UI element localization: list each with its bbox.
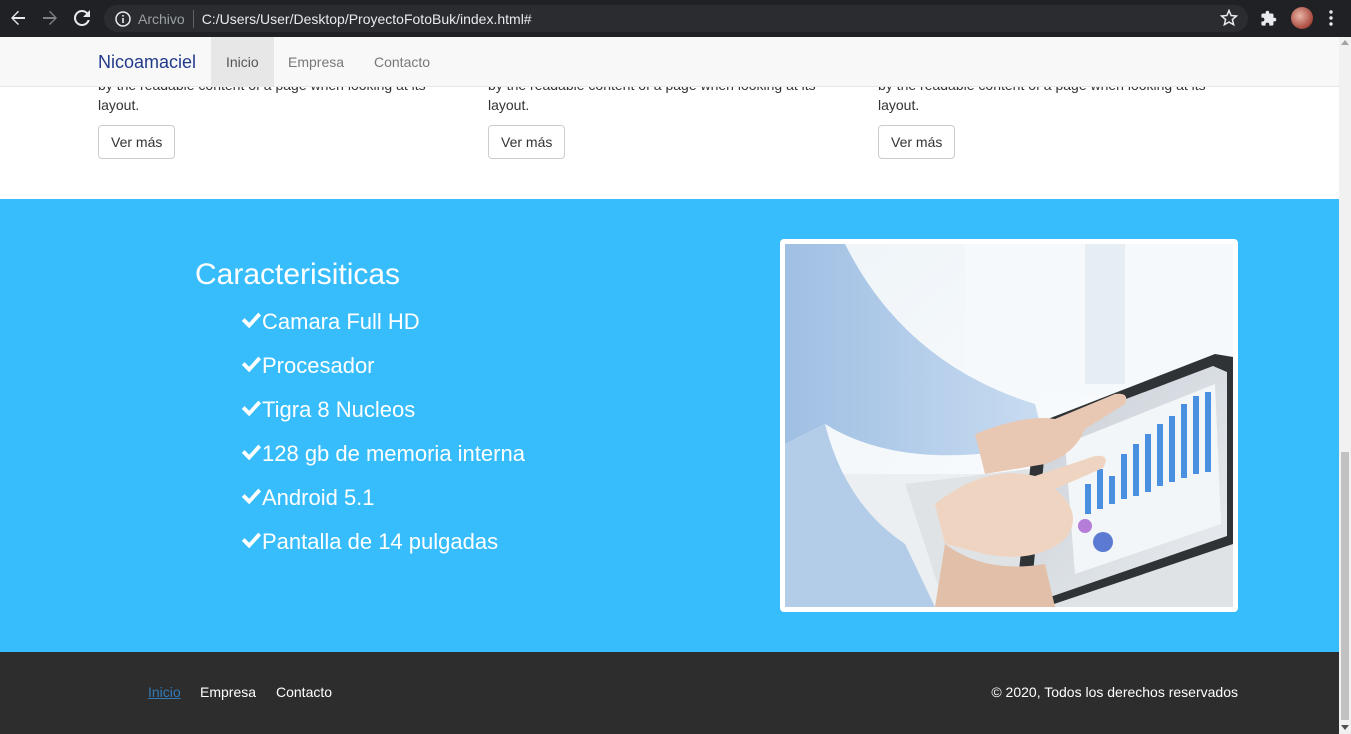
nav-item-empresa[interactable]: Empresa (273, 37, 359, 87)
tablet-photo-frame (780, 239, 1238, 612)
scroll-up-arrow-icon[interactable] (1341, 40, 1349, 45)
card-1-ver-mas-button[interactable]: Ver más (98, 125, 176, 159)
menu-kebab-icon[interactable] (1328, 10, 1334, 26)
extensions-puzzle-icon[interactable] (1260, 10, 1277, 27)
address-bar[interactable]: Archivo C:/Users/User/Desktop/ProyectoFo… (104, 5, 1248, 32)
security-label: Archivo (138, 10, 185, 27)
copyright-text: © 2020, Todos los derechos reservados (991, 684, 1238, 700)
nav-item-inicio[interactable]: Inicio (211, 37, 274, 87)
feature-label: Procesador (262, 353, 375, 378)
scroll-thumb[interactable] (1341, 452, 1349, 720)
site-footer: Inicio Empresa Contacto © 2020, Todos lo… (0, 652, 1339, 734)
features-list: Camara Full HD Procesador Tigra 8 Nucleo… (240, 309, 525, 573)
card-3-ver-mas-button[interactable]: Ver más (878, 125, 956, 159)
feature-label: Camara Full HD (262, 309, 420, 334)
card-text-end: layout. (488, 97, 530, 113)
nav-item-contacto[interactable]: Contacto (359, 37, 445, 87)
page-scrollbar[interactable] (1339, 37, 1351, 734)
features-title: Caracterisiticas (195, 258, 401, 291)
checkmark-icon (241, 488, 262, 505)
feature-label: Tigra 8 Nucleos (262, 397, 416, 422)
feature-item: Pantalla de 14 pulgadas (240, 529, 525, 573)
omnibox-divider (192, 9, 194, 28)
feature-item: Procesador (240, 353, 525, 397)
feature-item: Camara Full HD (240, 309, 525, 353)
profile-avatar[interactable] (1291, 7, 1313, 29)
browser-toolbar: Archivo C:/Users/User/Desktop/ProyectoFo… (0, 0, 1351, 37)
back-icon[interactable] (2, 2, 34, 34)
tablet-chart-photo (785, 244, 1233, 607)
bookmark-star-icon[interactable] (1220, 9, 1238, 27)
scroll-down-arrow-icon[interactable] (1341, 725, 1349, 730)
brand-link[interactable]: Nicoamaciel (98, 52, 196, 73)
footer-link-inicio[interactable]: Inicio (148, 684, 181, 700)
checkmark-icon (241, 356, 262, 373)
url-text[interactable]: C:/Users/User/Desktop/ProyectoFotoBuk/in… (202, 11, 532, 27)
reload-icon[interactable] (66, 2, 98, 34)
checkmark-icon (241, 312, 262, 329)
site-navbar: Nicoamaciel Inicio Empresa Contacto (0, 37, 1339, 87)
feature-label: Pantalla de 14 pulgadas (262, 529, 499, 554)
card-text-end: layout. (878, 97, 920, 113)
footer-link-contacto[interactable]: Contacto (276, 684, 332, 700)
feature-label: 128 gb de memoria interna (262, 441, 525, 466)
features-section: Caracterisiticas Camara Full HD Procesad… (0, 199, 1339, 652)
feature-item: Android 5.1 (240, 485, 525, 529)
feature-item: Tigra 8 Nucleos (240, 397, 525, 441)
feature-item: 128 gb de memoria interna (240, 441, 525, 485)
checkmark-icon (241, 444, 262, 461)
card-2-ver-mas-button[interactable]: Ver más (488, 125, 566, 159)
checkmark-icon (241, 400, 262, 417)
forward-icon[interactable] (34, 2, 66, 34)
info-icon[interactable] (115, 10, 131, 27)
footer-link-empresa[interactable]: Empresa (200, 684, 256, 700)
checkmark-icon (241, 532, 262, 549)
feature-label: Android 5.1 (262, 485, 375, 510)
card-text-end: layout. (98, 97, 140, 113)
